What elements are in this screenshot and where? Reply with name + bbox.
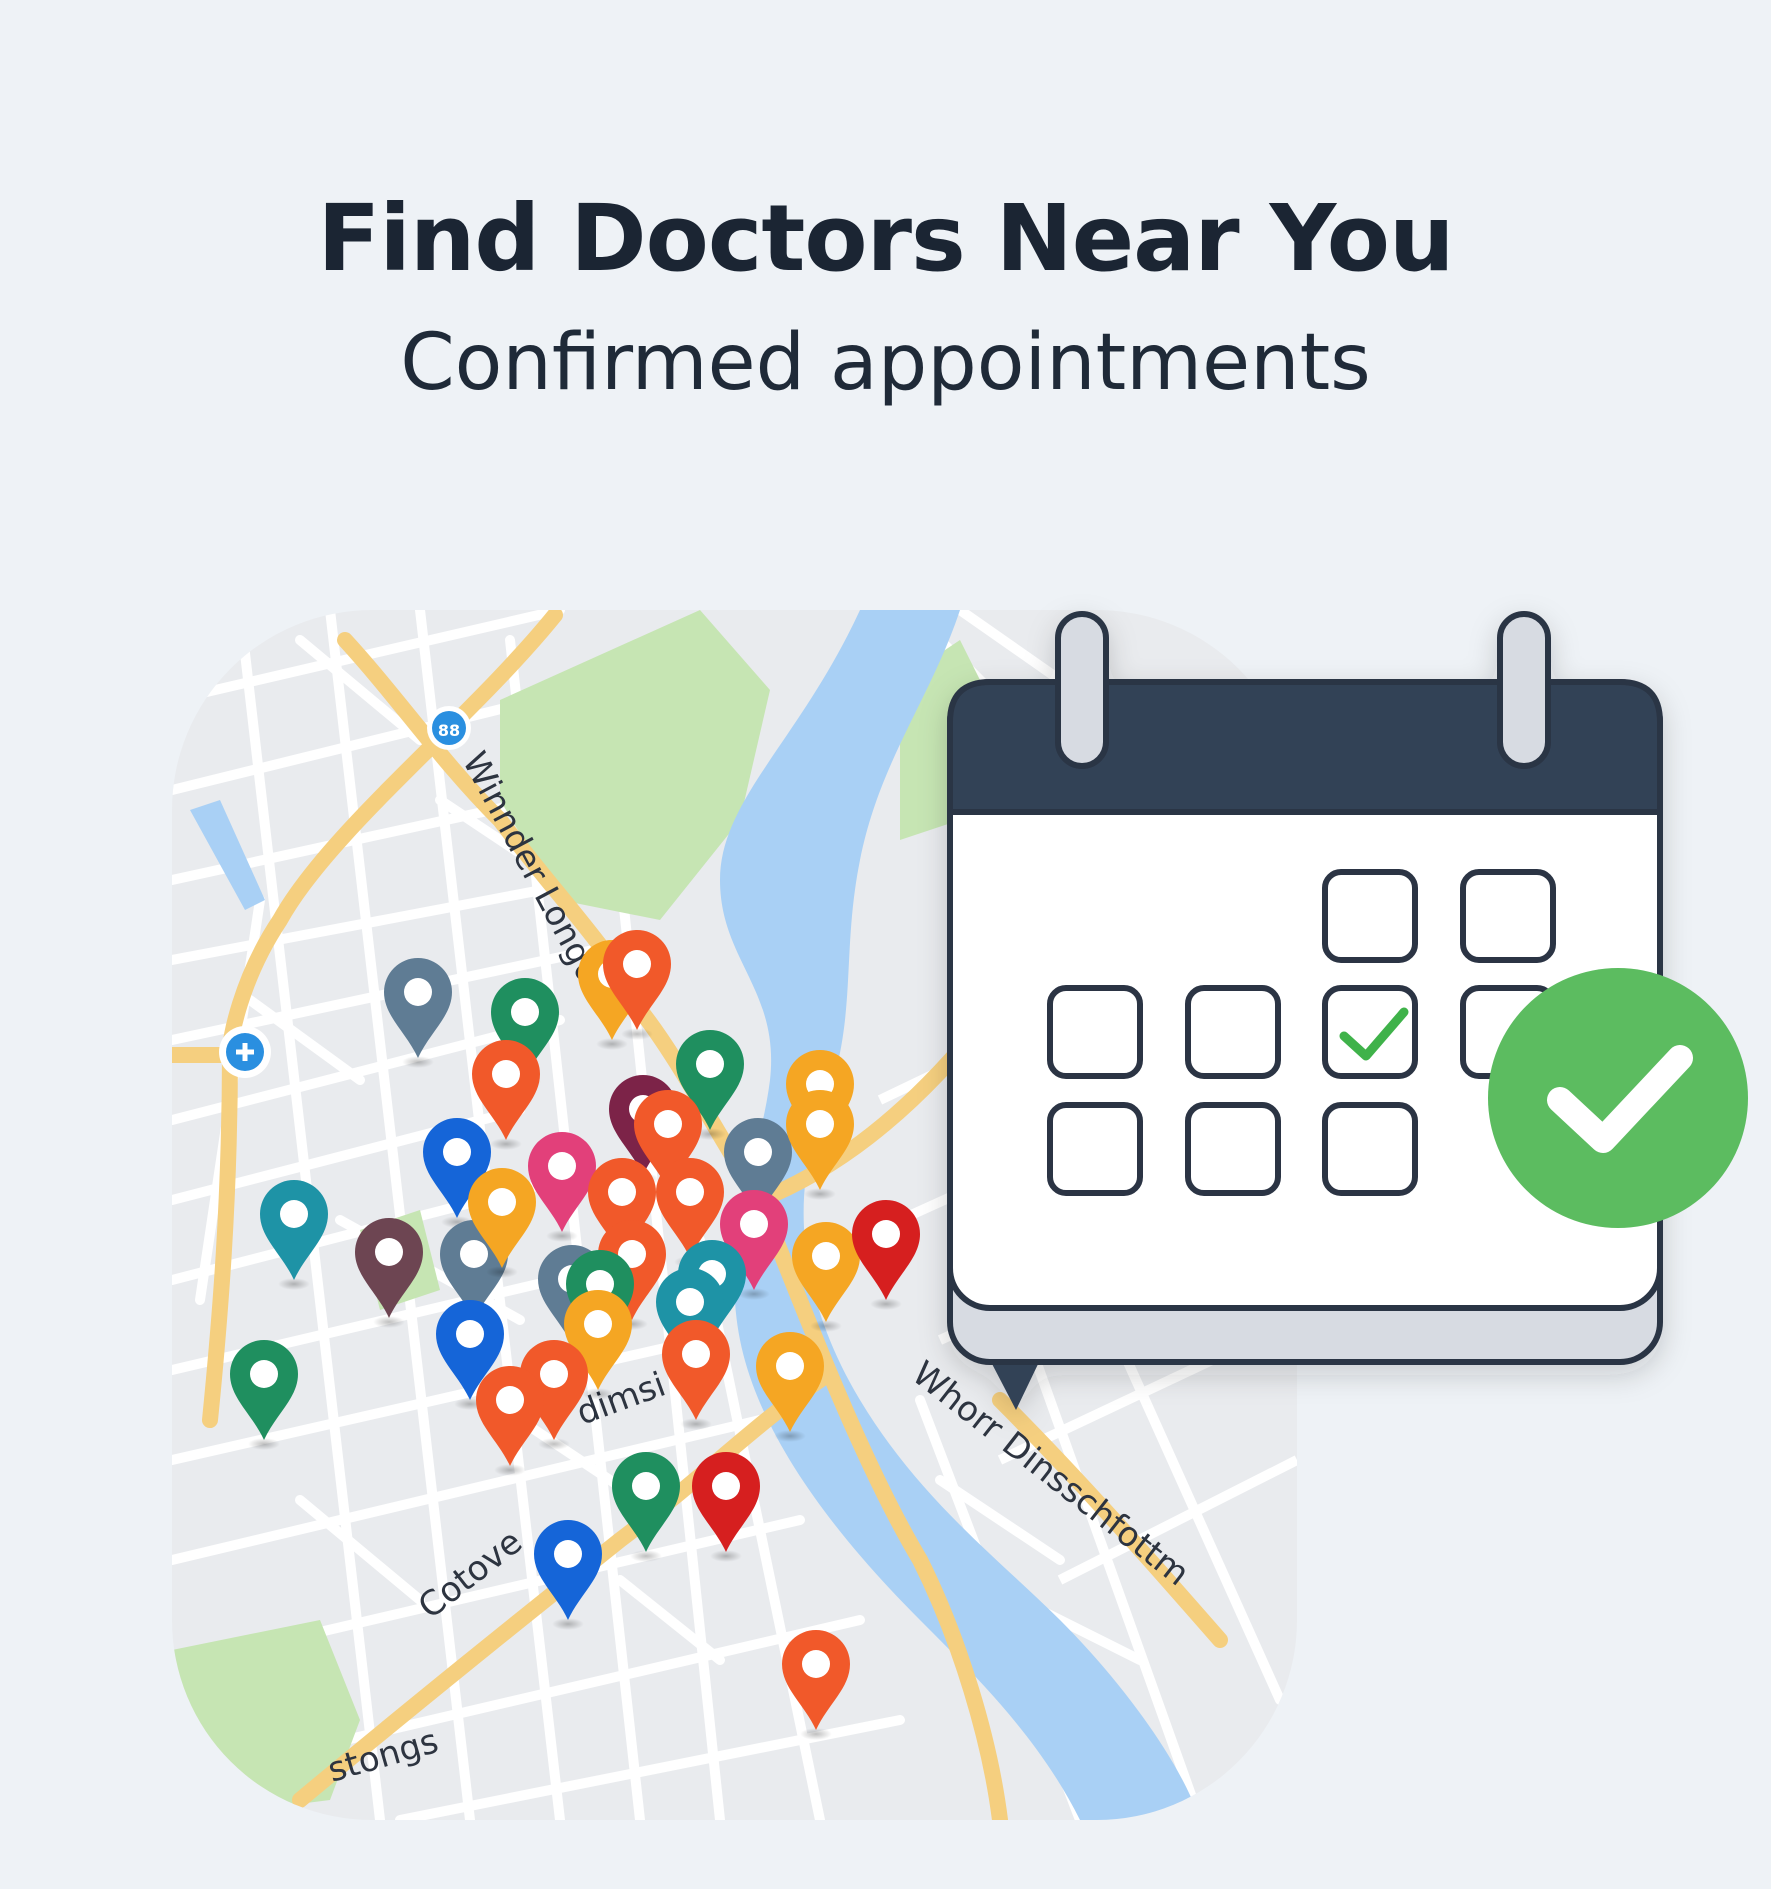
illustration: 88 Winnder Longdl Whorr Dinsschfottm Cot… <box>172 610 1748 1820</box>
calendar-day[interactable] <box>1185 1102 1281 1196</box>
calendar-day[interactable] <box>1047 985 1143 1079</box>
calendar-day[interactable] <box>1047 1102 1143 1196</box>
svg-text:88: 88 <box>438 721 460 740</box>
calendar-day[interactable] <box>1322 869 1418 963</box>
highway-marker-north: 88 <box>427 706 471 750</box>
park-southwest <box>172 1620 360 1820</box>
highway-marker-west <box>219 1026 271 1078</box>
calendar-day[interactable] <box>1322 1102 1418 1196</box>
calendar-day[interactable] <box>1185 985 1281 1079</box>
confirm-badge <box>1488 968 1748 1228</box>
checked-day[interactable] <box>1322 985 1418 1079</box>
calendar-day[interactable] <box>1460 869 1556 963</box>
